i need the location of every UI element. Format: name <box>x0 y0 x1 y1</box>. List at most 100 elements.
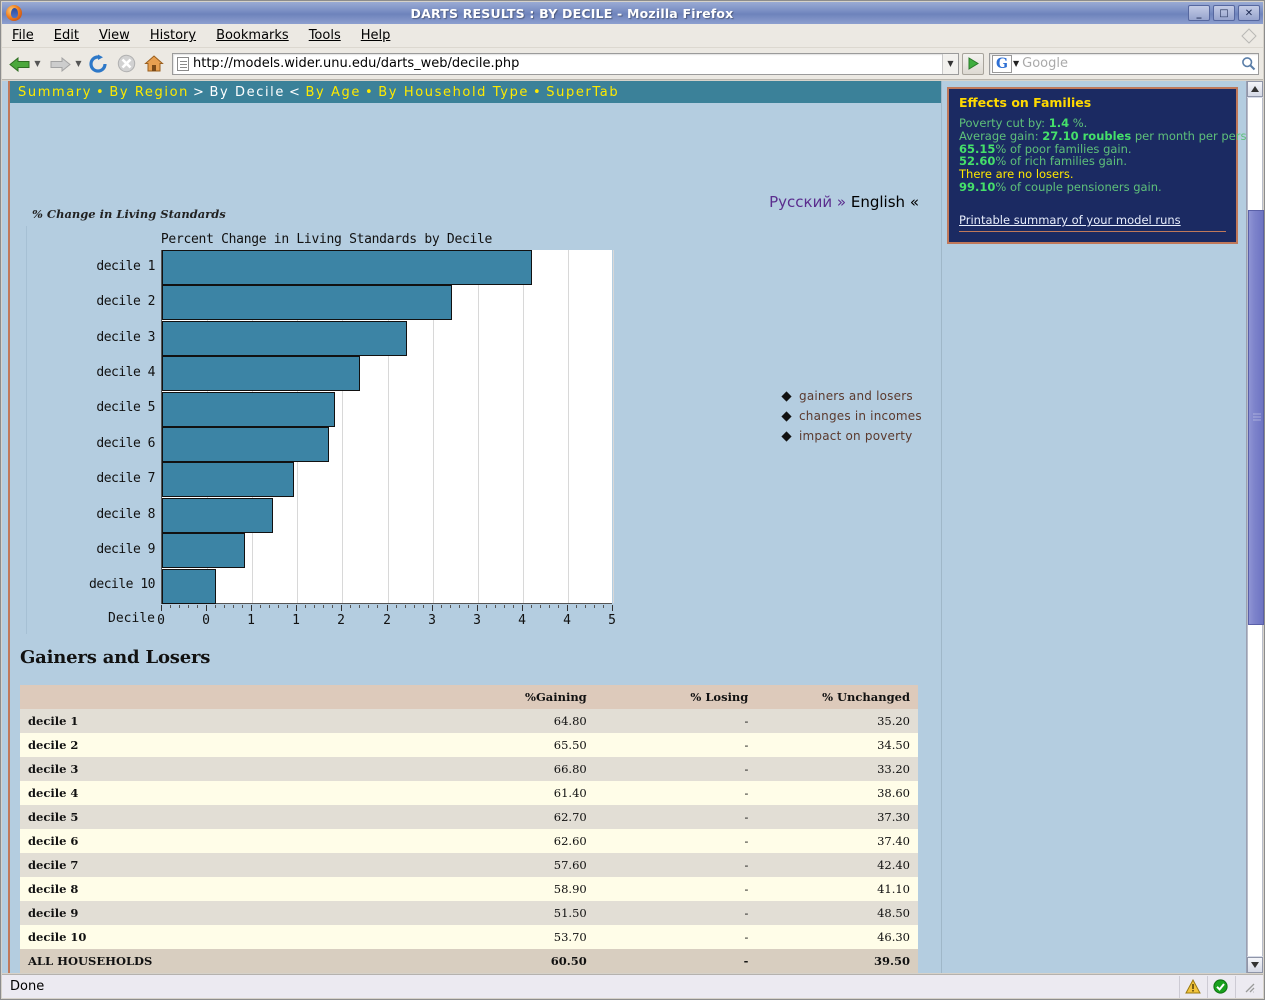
chart-y-label-1: decile 1 <box>96 259 155 274</box>
stop-button[interactable] <box>114 52 138 76</box>
chart-bar-decile-3 <box>162 321 407 356</box>
chart-y-label-9: decile 9 <box>96 542 155 557</box>
page-viewport: Summary • By Region > By Decile < By Age… <box>2 81 1263 973</box>
content-column: Summary • By Region > By Decile < By Age… <box>8 81 942 973</box>
chart-x-label-7: 3 <box>473 613 481 628</box>
status-bar: Done <box>2 974 1263 998</box>
table-row: decile 461.40-38.60 <box>20 781 918 805</box>
minimize-icon: _ <box>1197 8 1202 19</box>
scroll-up-button[interactable] <box>1247 81 1263 97</box>
resize-grip[interactable] <box>1235 976 1261 998</box>
link-changes-in-incomes[interactable]: changes in incomes <box>799 409 922 423</box>
triangle-up-icon <box>1251 86 1259 92</box>
home-button[interactable] <box>142 52 166 76</box>
secure-indicator[interactable] <box>1207 976 1233 998</box>
language-english-link[interactable]: English <box>851 193 905 211</box>
cell-gaining: 64.80 <box>433 709 595 733</box>
menu-view[interactable]: View <box>89 26 140 45</box>
menu-edit[interactable]: Edit <box>44 26 89 45</box>
url-dropdown-button[interactable]: ▼ <box>942 54 958 74</box>
chart-x-label-10: 5 <box>608 613 616 628</box>
back-button[interactable] <box>8 53 32 75</box>
scrollbar-track[interactable] <box>1247 98 1263 956</box>
list-item[interactable]: gainers and losers <box>782 389 922 403</box>
chart-bar-decile-6 <box>162 427 329 462</box>
chart-x-minor-tick <box>377 605 378 608</box>
chart-x-minor-tick <box>350 605 351 608</box>
chart-x-minor-tick <box>405 605 406 608</box>
warning-indicator[interactable] <box>1179 976 1205 998</box>
link-gainers-and-losers[interactable]: gainers and losers <box>799 389 913 403</box>
maximize-button[interactable]: □ <box>1213 5 1235 21</box>
nav-by-age[interactable]: By Age <box>306 85 362 100</box>
vertical-scrollbar[interactable] <box>1246 81 1263 973</box>
nav-summary[interactable]: Summary <box>18 85 92 100</box>
menu-file[interactable]: File <box>2 26 44 45</box>
chart-bar-decile-5 <box>162 392 335 427</box>
nav-separator-4: • <box>361 85 378 100</box>
link-impact-on-poverty[interactable]: impact on poverty <box>799 429 912 443</box>
chart-x-minor-tick <box>170 605 171 608</box>
scroll-down-button[interactable] <box>1247 957 1263 973</box>
url-bar[interactable]: http://models.wider.unu.edu/darts_web/de… <box>172 53 959 75</box>
grip-icon <box>1253 413 1261 423</box>
menu-view-label: View <box>99 28 130 43</box>
printable-summary-link[interactable]: Printable summary of your model runs <box>959 213 1181 227</box>
table-row: decile 858.90-41.10 <box>20 877 918 901</box>
minimize-button[interactable]: _ <box>1188 5 1210 21</box>
nav-by-decile-current[interactable]: By Decile <box>209 85 285 100</box>
language-russian-link[interactable]: Русский <box>769 193 832 211</box>
chart-x-minor-tick <box>486 605 487 608</box>
cell-gaining: 57.60 <box>433 853 595 877</box>
gainers-table-head: %Gaining % Losing % Unchanged <box>20 685 918 709</box>
chart-x-axis: 00112233445 <box>161 605 613 633</box>
close-button[interactable]: ✕ <box>1238 5 1260 21</box>
forward-dropdown-caret[interactable]: ▼ <box>75 53 82 75</box>
chart-x-minor-tick <box>269 605 270 608</box>
cell-losing: - <box>595 757 757 781</box>
chart-x-tick <box>296 605 297 611</box>
chart-x-minor-tick <box>305 605 306 608</box>
magnifier-icon <box>1241 56 1256 71</box>
cell-unchanged: 38.60 <box>756 781 918 805</box>
table-total-row: ALL HOUSEHOLDS60.50-39.50 <box>20 949 918 973</box>
row-label: decile 9 <box>20 901 433 925</box>
back-dropdown-caret[interactable]: ▼ <box>34 53 41 75</box>
home-icon <box>144 54 164 73</box>
menu-history[interactable]: History <box>140 26 206 45</box>
browser-window: DARTS RESULTS : BY DECILE - Mozilla Fire… <box>0 0 1265 1000</box>
chart-x-minor-tick <box>287 605 288 608</box>
nav-by-household-type[interactable]: By Household Type <box>378 85 529 100</box>
cell-losing: - <box>595 877 757 901</box>
chart-x-minor-tick <box>233 605 234 608</box>
menu-bookmarks[interactable]: Bookmarks <box>206 26 299 45</box>
search-bar[interactable]: G ▼ Google <box>989 53 1259 75</box>
go-button[interactable] <box>962 53 984 75</box>
cell-gaining: 62.60 <box>433 829 595 853</box>
list-item[interactable]: impact on poverty <box>782 429 922 443</box>
row-label: decile 6 <box>20 829 433 853</box>
chart-x-label-3: 1 <box>292 613 300 628</box>
list-item[interactable]: changes in incomes <box>782 409 922 423</box>
menu-tools[interactable]: Tools <box>299 26 351 45</box>
search-input[interactable]: Google <box>1022 56 1068 71</box>
menu-help[interactable]: Help <box>351 26 401 45</box>
reload-button[interactable] <box>86 52 110 76</box>
cell-unchanged: 42.40 <box>756 853 918 877</box>
scrollbar-thumb[interactable] <box>1248 210 1264 625</box>
diamond-bullet-icon <box>781 431 791 441</box>
forward-button[interactable] <box>49 53 73 75</box>
nav-by-region[interactable]: By Region <box>109 85 189 100</box>
cell-losing: - <box>595 853 757 877</box>
chart-x-minor-tick <box>359 605 360 608</box>
search-engine-icon[interactable]: G <box>992 55 1012 73</box>
search-engine-caret-icon[interactable]: ▼ <box>1013 59 1019 68</box>
nav-supertab[interactable]: SuperTab <box>546 85 619 100</box>
col-header-losing: % Losing <box>595 685 757 709</box>
table-row: decile 1053.70-46.30 <box>20 925 918 949</box>
search-submit-button[interactable] <box>1238 54 1258 74</box>
cell-losing: - <box>595 709 757 733</box>
cell-losing-total: - <box>595 949 757 973</box>
chart-x-label-4: 2 <box>337 613 345 628</box>
chart-y-label-6: decile 6 <box>96 436 155 451</box>
